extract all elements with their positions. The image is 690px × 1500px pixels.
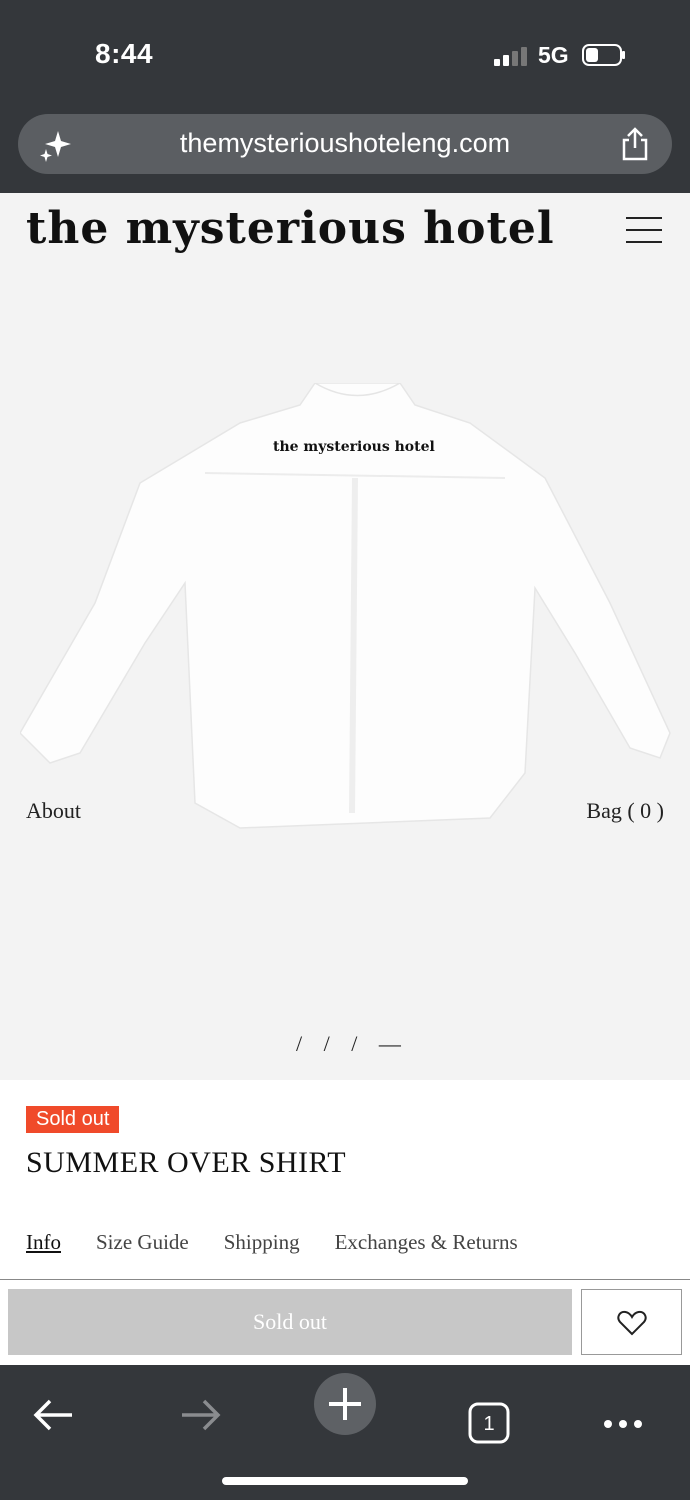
- back-arrow-icon[interactable]: [24, 1385, 84, 1445]
- info-tabs: Info Size Guide Shipping Exchanges & Ret…: [26, 1230, 518, 1255]
- product-details: Sold out SUMMER OVER SHIRT Info Size Gui…: [0, 1080, 690, 1365]
- share-icon[interactable]: [620, 126, 650, 162]
- site-logo[interactable]: the mysterious hotel: [26, 203, 555, 254]
- menu-icon[interactable]: [626, 217, 662, 245]
- sold-out-badge: Sold out: [26, 1106, 120, 1133]
- tabs-icon[interactable]: 1: [459, 1385, 519, 1445]
- status-bar: 8:44 5G: [0, 0, 690, 108]
- product-image: the mysterious hotel: [20, 383, 671, 829]
- more-icon[interactable]: [593, 1385, 653, 1445]
- tab-count: 1: [483, 1413, 494, 1435]
- network-type: 5G: [538, 42, 569, 68]
- new-tab-icon[interactable]: [313, 1372, 377, 1436]
- carousel-indicator[interactable]: / / / —: [296, 1031, 409, 1057]
- tab-shipping[interactable]: Shipping: [224, 1230, 300, 1255]
- address-bar[interactable]: themysterioushoteleng.com: [18, 114, 672, 174]
- tab-size-guide[interactable]: Size Guide: [96, 1230, 189, 1255]
- about-link[interactable]: About: [26, 798, 81, 824]
- tab-info[interactable]: Info: [26, 1230, 61, 1255]
- wishlist-button[interactable]: [581, 1289, 682, 1355]
- home-indicator: [222, 1477, 468, 1485]
- tab-exchanges-returns[interactable]: Exchanges & Returns: [335, 1230, 518, 1255]
- web-page: the mysterious hotel the mysterious hote…: [0, 193, 690, 1365]
- divider: [0, 1279, 690, 1280]
- bag-link[interactable]: Bag ( 0 ): [586, 798, 664, 824]
- time: 8:44: [95, 38, 154, 69]
- battery-icon: [582, 44, 625, 66]
- signal-icon: [494, 47, 527, 66]
- product-title: SUMMER OVER SHIRT: [26, 1146, 347, 1179]
- url-text[interactable]: themysterioushoteleng.com: [18, 128, 672, 159]
- shirt-print: the mysterious hotel: [273, 439, 435, 455]
- heart-icon: [617, 1310, 647, 1336]
- forward-arrow-icon[interactable]: [170, 1385, 230, 1445]
- sold-out-button[interactable]: Sold out: [8, 1289, 572, 1355]
